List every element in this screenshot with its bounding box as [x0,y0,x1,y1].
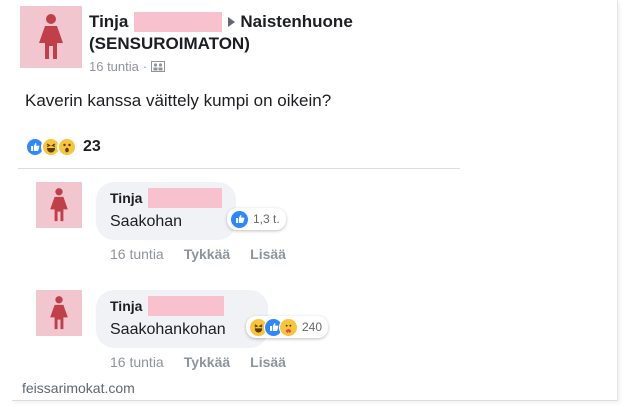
post-reactions[interactable]: 23 [25,137,101,157]
comment-reaction-count: 240 [302,320,323,334]
comment-reaction-count: 1,3 t. [253,212,280,226]
comment-author[interactable]: Tinja [110,296,142,316]
comment-text: Saakohankohan [110,321,226,338]
post-card: Tinja Naistenhuone (SENSUROIMATON) 16 tu… [12,0,618,401]
redacted-surname [148,188,222,208]
like-button[interactable]: Tykkää [184,354,230,370]
post-timestamp[interactable]: 16 tuntia [89,59,139,74]
triangle-right-icon [228,17,236,27]
more-button[interactable]: Lisää [250,354,286,370]
care-icon [279,317,298,337]
comment-author[interactable]: Tinja [110,188,142,208]
more-button[interactable]: Lisää [250,246,286,262]
author-name[interactable]: Tinja [89,11,128,33]
post-header: Tinja Naistenhuone (SENSUROIMATON) 16 tu… [89,11,529,74]
comment-timestamp[interactable]: 16 tuntia [110,354,164,370]
comment-reactions[interactable]: 240 [246,316,329,338]
female-figure-icon [50,296,68,330]
comment-bubble: Tinja Saakohan [96,182,236,240]
female-figure-icon [50,188,68,222]
comment-bubble: Tinja Saakohankohan [96,290,268,348]
comment: Tinja Saakohankohan 240 16 tuntia Tykkää… [24,290,584,390]
redacted-surname [134,12,223,32]
comment-text: Saakohan [110,213,183,230]
members-icon[interactable] [151,61,166,72]
wow-icon [57,137,77,157]
group-name[interactable]: Naistenhuone [240,11,352,33]
comment-actions: 16 tuntia Tykkää Lisää [110,354,306,370]
redacted-surname [148,296,225,316]
comment: Tinja Saakohan 1,3 t. 16 tuntia Tykkää L… [24,182,584,282]
avatar[interactable] [36,290,82,336]
post-text: Kaverin kanssa väittely kumpi on oikein? [25,91,332,110]
female-figure-icon [39,14,63,59]
like-button[interactable]: Tykkää [184,246,230,262]
group-name-suffix[interactable]: (SENSUROIMATON) [89,33,529,55]
avatar[interactable] [20,6,82,68]
comment-actions: 16 tuntia Tykkää Lisää [110,246,306,262]
comment-reactions[interactable]: 1,3 t. [227,208,286,230]
like-icon [230,209,249,229]
divider [18,168,460,169]
reaction-count[interactable]: 23 [83,138,101,156]
avatar[interactable] [36,182,82,228]
watermark: feissarimokat.com [22,380,135,396]
meta-separator: · [142,59,148,74]
comment-timestamp[interactable]: 16 tuntia [110,246,164,262]
